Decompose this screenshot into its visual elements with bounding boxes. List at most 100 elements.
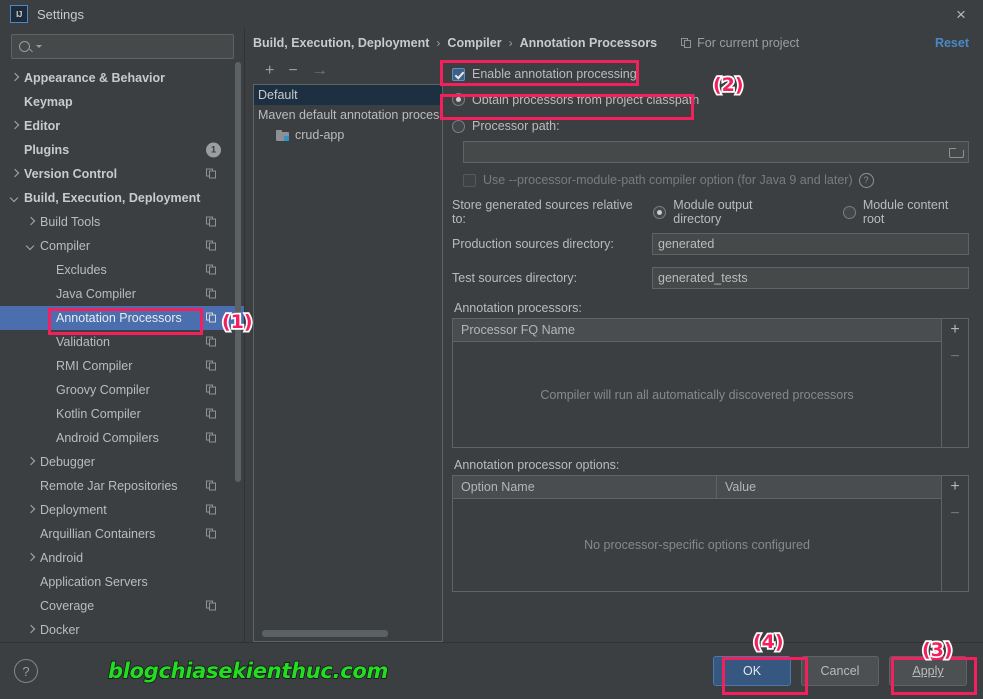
copy-icon [206,432,217,444]
title-bar: IJ Settings × [0,0,983,28]
enable-annotation-processing-row[interactable]: Enable annotation processing [452,62,969,86]
sidebar-item-build-tools[interactable]: Build Tools [0,210,245,234]
sidebar-item-excludes[interactable]: Excludes [0,258,245,282]
processor-module-path-checkbox[interactable] [463,173,476,187]
chevron-down-icon[interactable] [26,241,36,251]
remove-profile-button[interactable]: − [288,63,297,79]
breadcrumb: Build, Execution, Deployment › Compiler … [245,28,983,58]
obtain-from-classpath-row[interactable]: Obtain processors from project classpath [452,86,969,113]
sidebar-item-application-servers[interactable]: Application Servers [0,570,245,594]
column-value[interactable]: Value [717,476,941,498]
sidebar-item-android[interactable]: Android [0,546,245,570]
sidebar-item-version-control[interactable]: Version Control [0,162,245,186]
chevron-right-icon[interactable] [26,217,36,227]
processor-path-row[interactable]: Processor path: [452,113,969,139]
settings-content: Build, Execution, Deployment › Compiler … [245,28,983,642]
module-output-directory-label: Module output directory [673,198,753,226]
options-table-grid[interactable]: Option Name Value No processor-specific … [453,476,941,591]
sidebar-item-debugger[interactable]: Debugger [0,450,245,474]
sidebar-item-keymap[interactable]: Keymap [0,90,245,114]
add-option-button[interactable]: + [950,478,959,496]
sidebar-item-label: Version Control [24,167,118,181]
chevron-right-icon[interactable] [10,121,20,131]
sidebar-item-label: Java Compiler [56,287,136,301]
chevron-right-icon[interactable] [26,553,36,563]
sidebar-scrollbar[interactable] [235,62,241,482]
processor-module-path-row[interactable]: Use --processor-module-path compiler opt… [452,163,969,197]
sidebar-item-editor[interactable]: Editor [0,114,245,138]
sidebar-item-kotlin-compiler[interactable]: Kotlin Compiler [0,402,245,426]
sidebar-item-validation[interactable]: Validation [0,330,245,354]
sidebar-item-android-compilers[interactable]: Android Compilers [0,426,245,450]
sidebar-item-coverage[interactable]: Coverage [0,594,245,618]
add-profile-button[interactable]: + [265,63,274,79]
cancel-button[interactable]: Cancel [801,656,879,686]
remove-processor-button[interactable]: − [950,348,959,366]
chevron-right-icon[interactable] [26,457,36,467]
processor-path-radio[interactable] [452,119,465,133]
window-title: Settings [37,6,84,22]
add-processor-button[interactable]: + [950,321,959,339]
close-icon[interactable]: × [951,4,971,24]
settings-tree[interactable]: Appearance & Behavior Keymap Editor Plugins… [0,64,245,642]
copy-icon [206,360,217,372]
chevron-down-icon[interactable] [10,193,20,203]
sidebar-item-build-execution-deployment[interactable]: Build, Execution, Deployment [0,186,245,210]
list-item[interactable]: crud-app [254,125,442,145]
processor-path-input[interactable] [463,141,969,163]
enable-annotation-processing-checkbox[interactable] [452,67,465,81]
reset-link[interactable]: Reset [935,36,969,50]
move-profile-button[interactable]: → [312,63,328,79]
remove-option-button[interactable]: − [950,505,959,523]
sidebar-item-annotation-processors[interactable]: Annotation Processors [0,306,245,330]
breadcrumb-item-1[interactable]: Compiler [447,36,501,50]
obtain-from-classpath-radio[interactable] [452,93,465,106]
sidebar-item-deployment[interactable]: Deployment [0,498,245,522]
sidebar-item-arquillian-containers[interactable]: Arquillian Containers [0,522,245,546]
production-sources-input[interactable]: generated [652,233,969,255]
search-icon [19,41,30,52]
production-sources-row: Production sources directory: generated [452,227,969,261]
options-table-title: Annotation processor options: [454,458,620,472]
dialog-footer: ? blogchiasekienthuc.com OK Cancel Apply [0,642,983,699]
processors-table-grid[interactable]: Processor FQ Name Compiler will run all … [453,319,941,447]
sidebar-item-label: RMI Compiler [56,359,133,373]
processors-table-empty: Compiler will run all automatically disc… [453,342,941,447]
module-content-root-radio[interactable] [842,205,856,219]
sidebar-item-java-compiler[interactable]: Java Compiler [0,282,245,306]
chevron-right-icon[interactable] [26,625,36,635]
chevron-right-icon[interactable] [26,505,36,515]
sidebar-item-groovy-compiler[interactable]: Groovy Compiler [0,378,245,402]
sidebar-item-plugins[interactable]: Plugins 1 [0,138,245,162]
help-icon[interactable]: ? [858,172,874,188]
list-item[interactable]: Maven default annotation processors prof… [254,105,442,125]
column-option-name[interactable]: Option Name [453,476,717,498]
chevron-right-icon[interactable] [10,169,20,179]
profiles-list[interactable]: Default Maven default annotation processo… [253,84,443,642]
test-sources-input[interactable]: generated_tests [652,267,969,289]
list-item[interactable]: Default [254,85,442,105]
sidebar-item-compiler[interactable]: Compiler [0,234,245,258]
module-output-directory-radio[interactable] [653,205,667,219]
search-input[interactable] [11,34,234,59]
sidebar-item-remote-jar-repositories[interactable]: Remote Jar Repositories [0,474,245,498]
chevron-right-icon[interactable] [10,73,20,83]
ok-button[interactable]: OK [713,656,791,686]
dialog-body: Appearance & Behavior Keymap Editor Plugins… [0,28,983,642]
content-panes: + − → Default Maven default annotation pr… [245,58,983,642]
apply-button[interactable]: Apply [889,656,967,686]
column-processor-fq-name[interactable]: Processor FQ Name [453,319,941,341]
sidebar-item-rmi-compiler[interactable]: RMI Compiler [0,354,245,378]
options-table: Option Name Value No processor-specific … [452,475,969,592]
help-icon[interactable]: ? [14,659,38,683]
folder-icon[interactable] [949,147,964,158]
breadcrumb-item-0[interactable]: Build, Execution, Deployment [253,36,429,50]
sidebar-item-label: Keymap [24,95,73,109]
sidebar-item-docker[interactable]: Docker [0,618,245,642]
profiles-horizontal-scrollbar[interactable] [262,630,388,637]
sidebar-item-appearance-behavior[interactable]: Appearance & Behavior [0,66,245,90]
processors-table-header: Processor FQ Name [453,319,941,342]
scope-text: For current project [697,36,800,50]
